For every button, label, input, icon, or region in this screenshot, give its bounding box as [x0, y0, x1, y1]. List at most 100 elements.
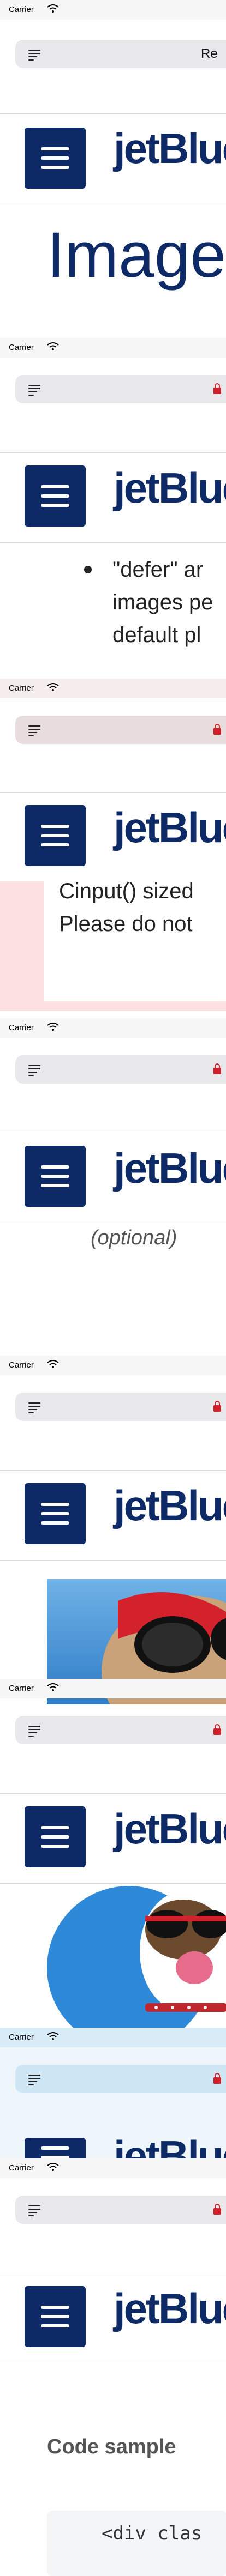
menu-icon[interactable] [28, 725, 40, 736]
url-bar[interactable] [15, 375, 226, 403]
url-bar[interactable] [15, 2065, 226, 2093]
menu-icon[interactable] [28, 1402, 40, 1413]
menu-icon[interactable] [28, 2205, 40, 2216]
status-bar: Carrier [0, 338, 226, 358]
notice-box: Cinput() sized Please do not [0, 879, 226, 1011]
brand-bar: jetBlue [0, 1471, 226, 1544]
screenshot-8: Carrier jetBlue [0, 2158, 226, 2551]
hamburger-icon[interactable] [25, 1483, 86, 1544]
brand-logo[interactable]: jetBlue [114, 1804, 226, 1854]
carrier-label: Carrier [9, 2163, 34, 2173]
brand-bar: jetBlue [0, 1794, 226, 1867]
dog-image-circle [47, 1886, 226, 2028]
url-bar[interactable] [15, 1055, 226, 1084]
brand-logo[interactable]: jetBlue [114, 1144, 226, 1193]
wifi-icon [47, 1360, 59, 1368]
hamburger-icon[interactable] [25, 465, 86, 527]
carrier-label: Carrier [9, 343, 34, 352]
menu-icon[interactable] [28, 1065, 40, 1076]
status-bar: Carrier [0, 1679, 226, 1698]
wifi-icon [47, 342, 59, 350]
carrier-label: Carrier [9, 1023, 34, 1032]
url-bar[interactable]: Re [15, 40, 226, 68]
brand-logo[interactable]: jetBlue [114, 2131, 226, 2158]
url-bar[interactable] [15, 2196, 226, 2224]
divider [0, 452, 226, 453]
lock-icon [213, 1724, 221, 1735]
code-snippet: <div clas [102, 2523, 203, 2544]
screenshot-2: Carrier jetBlue "defer" ar images pe def… [0, 338, 226, 719]
lock-icon [213, 1401, 221, 1412]
hamburger-icon[interactable] [25, 2286, 86, 2347]
carrier-label: Carrier [9, 1684, 34, 1693]
wifi-icon [47, 2163, 59, 2171]
divider [0, 792, 226, 793]
status-bar: Carrier [0, 0, 226, 20]
divider [0, 1470, 226, 1471]
notice-card: Cinput() sized Please do not [44, 879, 226, 1001]
divider [0, 1883, 226, 1884]
brand-logo[interactable]: jetBlue [114, 2284, 226, 2333]
divider [0, 542, 226, 543]
optional-label: (optional) [91, 1226, 177, 1249]
wifi-icon [47, 4, 59, 13]
url-bar[interactable] [15, 1716, 226, 1744]
url-text: Re [201, 46, 218, 61]
url-bar[interactable] [15, 1393, 226, 1421]
hamburger-icon[interactable] [25, 1806, 86, 1867]
brand-bar: jetBlue [0, 793, 226, 866]
brand-bar: jetBlue [0, 114, 226, 189]
wifi-icon [47, 1023, 59, 1031]
screenshot-3: Carrier jetBlue Cinput() sized Please do… [0, 679, 226, 1022]
brand-bar: jetBlue [0, 1134, 226, 1207]
screenshot-5: Carrier jetBlue [0, 1356, 226, 1704]
lock-icon [213, 383, 221, 394]
hamburger-icon[interactable] [25, 128, 86, 189]
divider [0, 1793, 226, 1794]
hamburger-icon[interactable] [25, 1146, 86, 1207]
notice-line: Cinput() sized [59, 879, 194, 903]
carrier-label: Carrier [9, 1360, 34, 1370]
brand-bar: jetBlue [0, 2126, 226, 2158]
menu-icon[interactable] [28, 2075, 40, 2085]
screenshot-7: Carrier jetBlue [0, 2028, 226, 2158]
brand-logo[interactable]: jetBlue [114, 463, 226, 513]
brand-logo[interactable]: jetBlue [114, 1481, 226, 1531]
url-bar[interactable] [15, 716, 226, 744]
hamburger-icon[interactable] [25, 805, 86, 866]
menu-icon[interactable] [28, 1726, 40, 1737]
screenshot-1: Carrier Re jetBlue Image [0, 0, 226, 354]
screenshot-6: Carrier jetBlue [0, 1679, 226, 2028]
status-bar: Carrier [0, 1356, 226, 1375]
brand-bar: jetBlue [0, 2274, 226, 2347]
brand-logo[interactable]: jetBlue [114, 803, 226, 852]
page-title: Image [47, 219, 226, 291]
carrier-label: Carrier [9, 684, 34, 693]
brand-bar: jetBlue [0, 453, 226, 527]
carrier-label: Carrier [9, 2033, 34, 2042]
wifi-icon [47, 2032, 59, 2040]
bullet [84, 566, 92, 573]
wifi-icon [47, 1683, 59, 1691]
menu-icon[interactable] [28, 50, 40, 61]
lock-icon [213, 2073, 221, 2084]
carrier-label: Carrier [9, 5, 34, 14]
divider [0, 1560, 226, 1561]
lock-icon [213, 2204, 221, 2215]
lock-icon [213, 724, 221, 735]
body-line: images pe [112, 590, 213, 614]
wifi-icon [47, 683, 59, 691]
status-bar: Carrier [0, 679, 226, 698]
code-sample-title: Code sample [47, 2435, 176, 2458]
status-bar: Carrier [0, 2028, 226, 2047]
status-bar: Carrier [0, 1018, 226, 1038]
lock-icon [213, 1063, 221, 1074]
status-bar: Carrier [0, 2158, 226, 2178]
body-line: "defer" ar [112, 558, 204, 582]
notice-line: Please do not [59, 912, 193, 936]
brand-logo[interactable]: jetBlue [114, 124, 226, 173]
screenshot-4: Carrier jetBlue (optional) [0, 1018, 226, 1367]
menu-icon[interactable] [28, 385, 40, 396]
hamburger-icon[interactable] [25, 2138, 86, 2158]
body-line: default pl [112, 623, 201, 647]
